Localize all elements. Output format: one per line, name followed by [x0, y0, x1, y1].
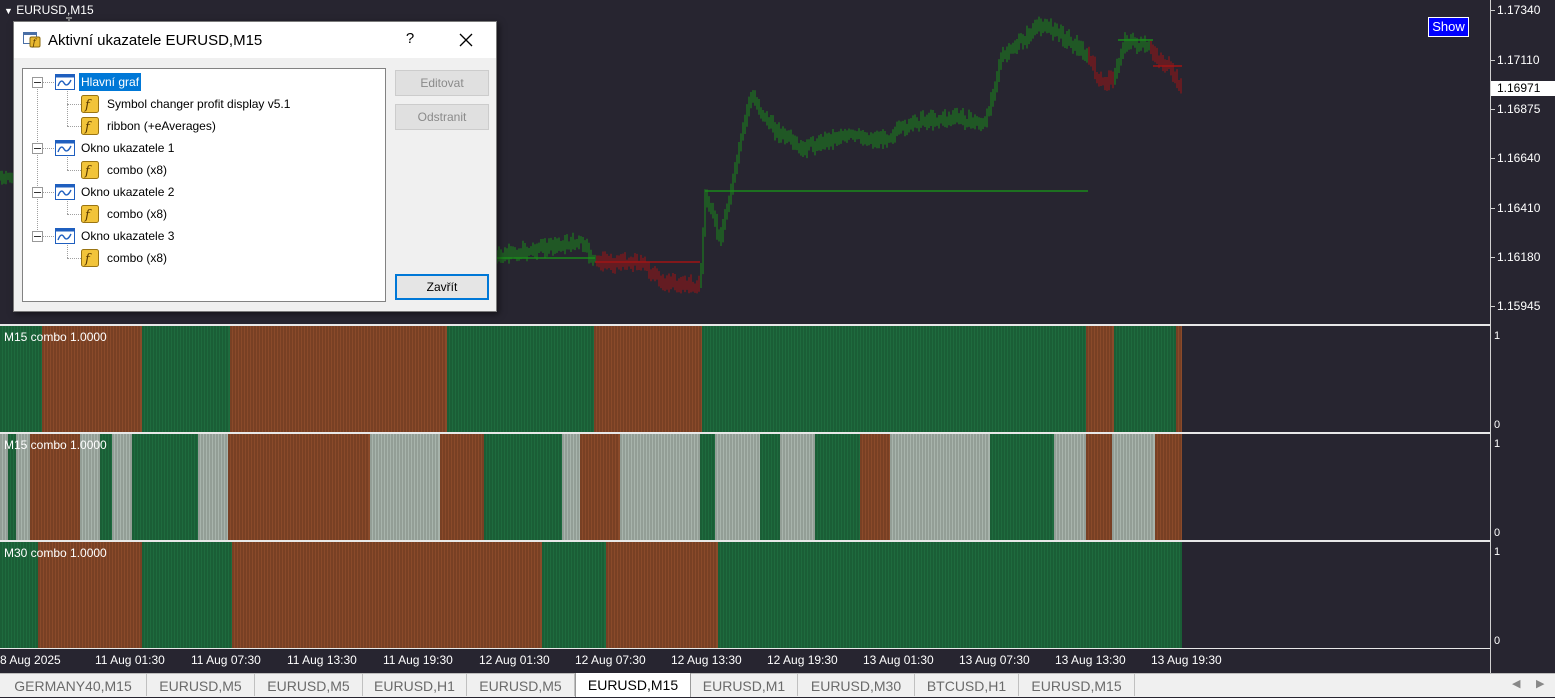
tree-item-window-2[interactable]: Okno ukazatele 2 — [81, 183, 174, 201]
price-label: 1.15945 — [1497, 299, 1541, 313]
pane-1-min: 0 — [1494, 419, 1501, 431]
chart-tab[interactable]: EURUSD,M30 — [798, 674, 915, 696]
help-button[interactable]: ? — [402, 30, 418, 50]
active-indicators-dialog: f Aktivní ukazatele EURUSD,M15 ? Hlavní … — [13, 21, 497, 312]
time-label: 11 Aug 13:30 — [287, 653, 357, 667]
histogram-segment — [780, 434, 815, 540]
indicators-list-icon: f — [23, 32, 41, 48]
indicator-window-icon — [55, 228, 75, 244]
time-label: 11 Aug 19:30 — [383, 653, 453, 667]
price-label: 1.16640 — [1497, 151, 1541, 165]
collapse-window-icon[interactable] — [32, 143, 43, 154]
tree-item-indicator[interactable]: combo (x8) — [107, 249, 167, 267]
tree-item-indicator[interactable]: combo (x8) — [107, 161, 167, 179]
tree-item-window-3[interactable]: Okno ukazatele 3 — [81, 227, 174, 245]
chart-tab[interactable]: EURUSD,M5 — [255, 674, 363, 696]
time-label: 12 Aug 01:30 — [479, 653, 550, 667]
custom-indicator-icon: f — [81, 95, 99, 113]
price-label: 1.16180 — [1497, 250, 1541, 264]
dialog-titlebar[interactable]: f Aktivní ukazatele EURUSD,M15 ? — [14, 22, 496, 58]
price-label: 1.16410 — [1497, 201, 1541, 215]
chart-tab[interactable]: EURUSD,M1 — [691, 674, 798, 696]
collapse-main-icon[interactable] — [32, 77, 43, 88]
chart-tab-bar: GERMANY40,M15 EURUSD,M5 EURUSD,M5 EURUSD… — [0, 673, 1555, 697]
price-label: 1.16875 — [1497, 102, 1541, 116]
current-price-label: 1.16971 — [1491, 81, 1555, 96]
chart-tab[interactable]: EURUSD,M5 — [147, 674, 255, 696]
time-label: 13 Aug 01:30 — [863, 653, 934, 667]
chart-symbol-title: ▼ EURUSD,M15 — [4, 3, 94, 17]
time-label: 13 Aug 07:30 — [959, 653, 1030, 667]
tree-item-indicator[interactable]: Symbol changer profit display v5.1 — [107, 95, 290, 113]
pane-3-max: 1 — [1494, 546, 1501, 558]
histogram-segment — [484, 434, 562, 540]
dialog-title: Aktivní ukazatele EURUSD,M15 — [48, 32, 263, 49]
tree-item-indicator[interactable]: ribbon (+eAverages) — [107, 117, 216, 135]
time-label: 12 Aug 19:30 — [767, 653, 838, 667]
tree-item-indicator[interactable]: combo (x8) — [107, 205, 167, 223]
edit-button[interactable]: Editovat — [395, 70, 489, 96]
custom-indicator-icon: f — [81, 161, 99, 179]
time-axis[interactable]: 8 Aug 2025 11 Aug 01:30 11 Aug 07:30 11 … — [0, 649, 1490, 673]
time-label: 12 Aug 13:30 — [671, 653, 742, 667]
custom-indicator-icon: f — [81, 249, 99, 267]
chart-window-icon — [55, 74, 75, 90]
combo-histogram-1 — [0, 326, 1182, 432]
time-label: 13 Aug 19:30 — [1151, 653, 1222, 667]
histogram-segment — [606, 542, 718, 648]
indicator-window-icon — [55, 140, 75, 156]
dropdown-triangle-icon[interactable]: ▼ — [4, 6, 13, 16]
chart-tab[interactable]: EURUSD,M5 — [467, 674, 575, 696]
scroll-left-icon[interactable]: ◀ — [1512, 677, 1520, 690]
pane-2-min: 0 — [1494, 527, 1501, 539]
close-icon[interactable] — [454, 28, 478, 52]
tree-item-window-1[interactable]: Okno ukazatele 1 — [81, 139, 174, 157]
pane-1-max: 1 — [1494, 330, 1501, 342]
time-label: 12 Aug 07:30 — [575, 653, 646, 667]
indicator-window-icon — [55, 184, 75, 200]
show-button[interactable]: Show — [1428, 17, 1469, 37]
price-axis[interactable]: 1.17340 1.17110 1.16875 1.16640 1.16410 … — [1490, 0, 1555, 673]
tree-item-main-chart[interactable]: Hlavní graf — [79, 73, 142, 91]
price-label: 1.17110 — [1497, 53, 1540, 67]
chart-tab[interactable]: EURUSD,H1 — [363, 674, 467, 696]
indicator-tree[interactable]: Hlavní graf f Symbol changer profit disp… — [22, 68, 386, 302]
chart-tab-active[interactable]: EURUSD,M15 — [575, 673, 691, 697]
time-label: 11 Aug 07:30 — [191, 653, 261, 667]
time-label: 11 Aug 01:30 — [95, 653, 165, 667]
histogram-segment — [562, 434, 580, 540]
indicator-pane-1[interactable]: M15 combo 1.0000 — [0, 326, 1490, 432]
indicator-pane-2[interactable]: M15 combo 1.0000 — [0, 434, 1490, 540]
combo-histogram-3 — [0, 542, 1182, 648]
chart-tab[interactable]: BTCUSD,H1 — [915, 674, 1019, 696]
pane-3-min: 0 — [1494, 635, 1501, 647]
combo-histogram-2 — [0, 434, 1182, 540]
custom-indicator-icon: f — [81, 117, 99, 135]
chart-tab[interactable]: GERMANY40,M15 — [0, 674, 147, 696]
scroll-right-icon[interactable]: ▶ — [1536, 677, 1544, 690]
time-label: 8 Aug 2025 — [0, 653, 61, 667]
pane-label: M15 combo 1.0000 — [4, 438, 107, 452]
pane-2-max: 1 — [1494, 438, 1501, 450]
custom-indicator-icon: f — [81, 205, 99, 223]
price-label: 1.17340 — [1497, 3, 1541, 17]
indicator-pane-3[interactable]: M30 combo 1.0000 — [0, 542, 1490, 648]
chart-tab[interactable]: EURUSD,M15 — [1019, 674, 1135, 696]
collapse-window-icon[interactable] — [32, 187, 43, 198]
pane-label: M15 combo 1.0000 — [4, 330, 107, 344]
delete-button[interactable]: Odstranit — [395, 104, 489, 130]
pane-label: M30 combo 1.0000 — [4, 546, 107, 560]
time-label: 13 Aug 13:30 — [1055, 653, 1126, 667]
close-dialog-button[interactable]: Zavřít — [395, 274, 489, 300]
collapse-window-icon[interactable] — [32, 231, 43, 242]
